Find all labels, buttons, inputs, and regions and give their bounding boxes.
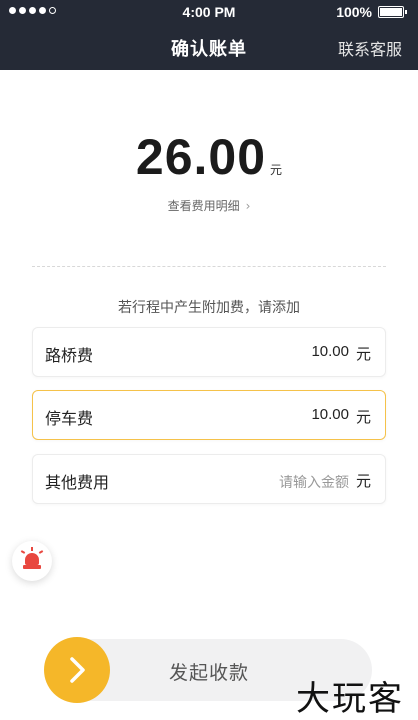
dashed-divider xyxy=(32,266,386,267)
fee-detail-link[interactable]: 查看费用明细 › xyxy=(0,197,418,214)
extra-fee-hint: 若行程中产生附加费，请添加 xyxy=(118,300,300,316)
battery-percent: 100% xyxy=(336,4,372,20)
total-amount: 26.00 元 xyxy=(0,128,418,186)
fee-label: 停车费 xyxy=(45,409,94,428)
slider-handle[interactable] xyxy=(44,637,110,703)
amount-unit: 元 xyxy=(270,163,283,177)
fee-unit: 元 xyxy=(355,408,371,426)
app-header: 4:00 PM 100% 确认账单 联系客服 xyxy=(0,0,418,70)
amount-value: 26.00 xyxy=(135,129,267,185)
fee-value[interactable]: 10.00 xyxy=(311,343,349,360)
fee-unit: 元 xyxy=(355,345,371,363)
alarm-icon[interactable] xyxy=(12,541,52,581)
contact-support-button[interactable]: 联系客服 xyxy=(338,36,402,60)
fee-label: 其他费用 xyxy=(45,473,110,492)
fee-amount-input[interactable]: 请输入金额 xyxy=(279,472,349,492)
arrow-right-icon xyxy=(70,657,85,683)
fee-unit: 元 xyxy=(355,472,371,490)
fee-value[interactable]: 10.00 xyxy=(311,406,349,423)
fee-row-toll[interactable]: 路桥费 10.00 元 xyxy=(32,327,386,377)
chevron-right-icon: › xyxy=(245,199,251,213)
fee-row-parking[interactable]: 停车费 10.00 元 xyxy=(32,390,386,440)
status-bar: 4:00 PM 100% xyxy=(0,0,418,24)
fee-label: 路桥费 xyxy=(45,346,94,365)
battery-icon xyxy=(378,6,407,18)
fee-row-other[interactable]: 其他费用 请输入金额 元 xyxy=(32,454,386,504)
watermark: 大玩客 xyxy=(296,679,404,719)
fee-detail-label: 查看费用明细 xyxy=(167,199,240,213)
